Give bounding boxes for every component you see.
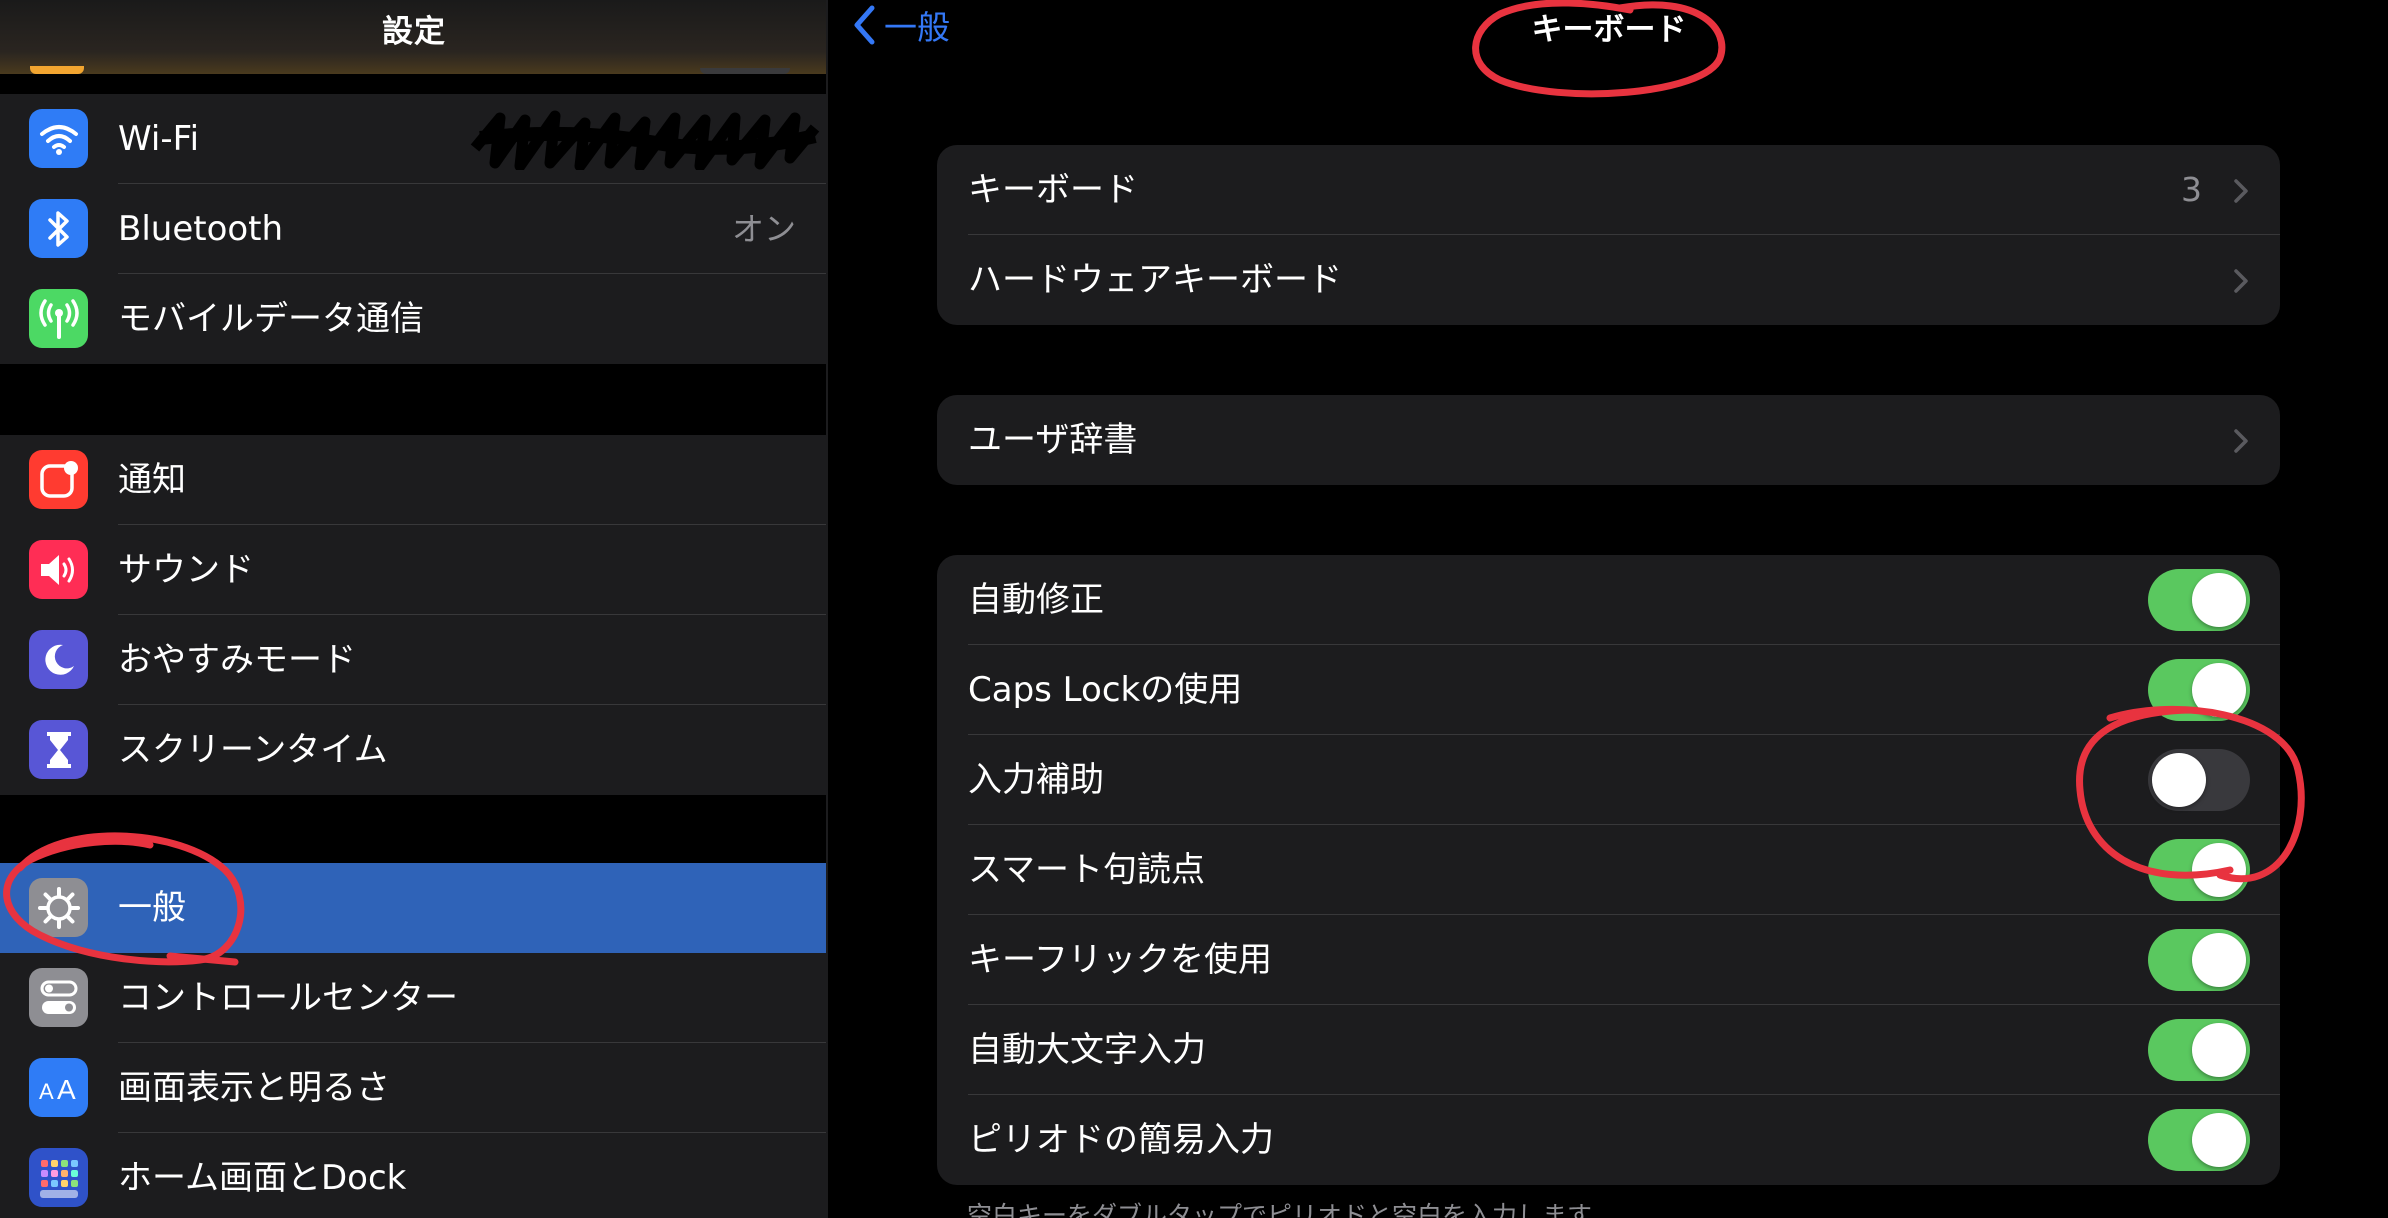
auto-capitalization-toggle[interactable]: [2148, 1019, 2250, 1081]
sidebar-item-do-not-disturb[interactable]: おやすみモード: [0, 615, 826, 705]
moon-icon: [29, 630, 88, 689]
sidebar-item-label: 一般: [118, 888, 186, 928]
row-label: 自動修正: [968, 580, 1104, 620]
sidebar-group-connectivity: Wi-Fi Bluetooth オン モバイルデータ通信: [0, 94, 826, 364]
sidebar-title: 設定: [382, 14, 446, 50]
toggle-knob: [2192, 573, 2246, 627]
sidebar-item-label: 画面表示と明るさ: [118, 1068, 390, 1108]
row-label: ハードウェアキーボード: [968, 260, 1342, 300]
chevron-right-icon: [2234, 429, 2248, 453]
sidebar-item-label: モバイルデータ通信: [118, 299, 424, 339]
toggle-knob: [2192, 933, 2246, 987]
row-label: ユーザ辞書: [968, 420, 1138, 460]
period-shortcut-footer: 空白キーをダブルタップでピリオドと空白を入力します。: [967, 1201, 1615, 1218]
user-dictionary-row[interactable]: ユーザ辞書: [937, 395, 2280, 485]
predictive-row: 入力補助: [937, 735, 2280, 825]
partial-toggle: [700, 68, 790, 74]
predictive-toggle[interactable]: [2148, 749, 2250, 811]
caps-lock-toggle[interactable]: [2148, 659, 2250, 721]
toggle-knob: [2192, 1113, 2246, 1167]
keyboards-group: キーボード 3 ハードウェアキーボード: [937, 145, 2280, 325]
sidebar-header: 設定: [0, 0, 826, 74]
auto-correction-toggle[interactable]: [2148, 569, 2250, 631]
sidebar-group-notifications: 通知 サウンド おやすみモード スクリーンタイム: [0, 435, 826, 795]
sidebar-item-label: おやすみモード: [118, 640, 356, 680]
sidebar-item-label: スクリーンタイム: [118, 730, 388, 770]
auto-capitalization-row: 自動大文字入力: [937, 1005, 2280, 1095]
sidebar-item-home-screen[interactable]: ホーム画面とDock: [0, 1133, 826, 1218]
toggle-knob: [2152, 753, 2206, 807]
period-shortcut-toggle[interactable]: [2148, 1109, 2250, 1171]
auto-correction-row: 自動修正: [937, 555, 2280, 645]
chevron-right-icon: [2234, 269, 2248, 293]
row-label: キーフリックを使用: [968, 940, 1272, 980]
row-label: ピリオドの簡易入力: [968, 1120, 1274, 1160]
sidebar-item-screen-time[interactable]: スクリーンタイム: [0, 705, 826, 795]
antenna-icon: [29, 289, 88, 348]
sidebar-item-label: サウンド: [118, 550, 254, 590]
switches-icon: [29, 968, 88, 1027]
sidebar-item-label: ホーム画面とDock: [118, 1158, 407, 1198]
caps-lock-row: Caps Lockの使用: [937, 645, 2280, 735]
toggle-knob: [2192, 843, 2246, 897]
page-title: キーボード: [1531, 12, 1687, 48]
keyboards-count: 3: [2181, 170, 2202, 209]
toggle-knob: [2192, 1023, 2246, 1077]
chevron-right-icon: [2234, 179, 2248, 203]
row-label: 自動大文字入力: [968, 1030, 1206, 1070]
row-label: 入力補助: [968, 760, 1104, 800]
sidebar-item-control-center[interactable]: コントロールセンター: [0, 953, 826, 1043]
sidebar-item-label: コントロールセンター: [118, 978, 458, 1018]
sidebar-item-sounds[interactable]: サウンド: [0, 525, 826, 615]
svg-text:A: A: [57, 1074, 76, 1103]
keyboard-toggles-group: 自動修正 Caps Lockの使用 入力補助 スマート句読点 キーフリックを使用…: [937, 555, 2280, 1185]
sidebar-item-bluetooth[interactable]: Bluetooth オン: [0, 184, 826, 274]
row-label: スマート句読点: [968, 850, 1205, 890]
bluetooth-icon: [29, 199, 88, 258]
sidebar-item-cellular[interactable]: モバイルデータ通信: [0, 274, 826, 364]
row-label: キーボード: [968, 170, 1138, 210]
toggle-knob: [2192, 663, 2246, 717]
bluetooth-status: オン: [731, 210, 796, 248]
svg-text:A: A: [39, 1079, 54, 1103]
notifications-icon: [29, 450, 88, 509]
redaction-scribble: [470, 110, 820, 170]
partial-icon: [30, 66, 84, 74]
sidebar-item-label: 通知: [118, 460, 186, 500]
sidebar-item-general[interactable]: 一般: [0, 863, 826, 953]
home-grid-icon: [29, 1148, 88, 1207]
row-label: Caps Lockの使用: [968, 670, 1243, 710]
speaker-icon: [29, 540, 88, 599]
smart-punctuation-toggle[interactable]: [2148, 839, 2250, 901]
wifi-icon: [29, 109, 88, 168]
settings-sidebar: 設定 Wi-Fi Bluetooth オン モバイルデータ通信 通知 サウンド …: [0, 0, 828, 1218]
hourglass-icon: [29, 720, 88, 779]
hardware-keyboard-row[interactable]: ハードウェアキーボード: [937, 235, 2280, 325]
gear-icon: [29, 878, 88, 937]
key-flicks-row: キーフリックを使用: [937, 915, 2280, 1005]
sidebar-item-label: Bluetooth: [118, 209, 284, 249]
user-dictionary-group: ユーザ辞書: [937, 395, 2280, 485]
sidebar-item-notifications[interactable]: 通知: [0, 435, 826, 525]
keyboards-row[interactable]: キーボード 3: [937, 145, 2280, 235]
smart-punctuation-row: スマート句読点: [937, 825, 2280, 915]
keyboard-settings-pane: 一般 キーボード キーボード 3 ハードウェアキーボード ユーザ辞書 自動修正 …: [830, 0, 2388, 1218]
sidebar-item-label: Wi-Fi: [118, 119, 200, 159]
key-flicks-toggle[interactable]: [2148, 929, 2250, 991]
sidebar-item-wifi[interactable]: Wi-Fi: [0, 94, 826, 184]
period-shortcut-row: ピリオドの簡易入力: [937, 1095, 2280, 1185]
sidebar-group-general: 一般 コントロールセンター AA 画面表示と明るさ ホーム画面とDock: [0, 863, 826, 1218]
sidebar-item-display[interactable]: AA 画面表示と明るさ: [0, 1043, 826, 1133]
text-size-icon: AA: [29, 1058, 88, 1117]
